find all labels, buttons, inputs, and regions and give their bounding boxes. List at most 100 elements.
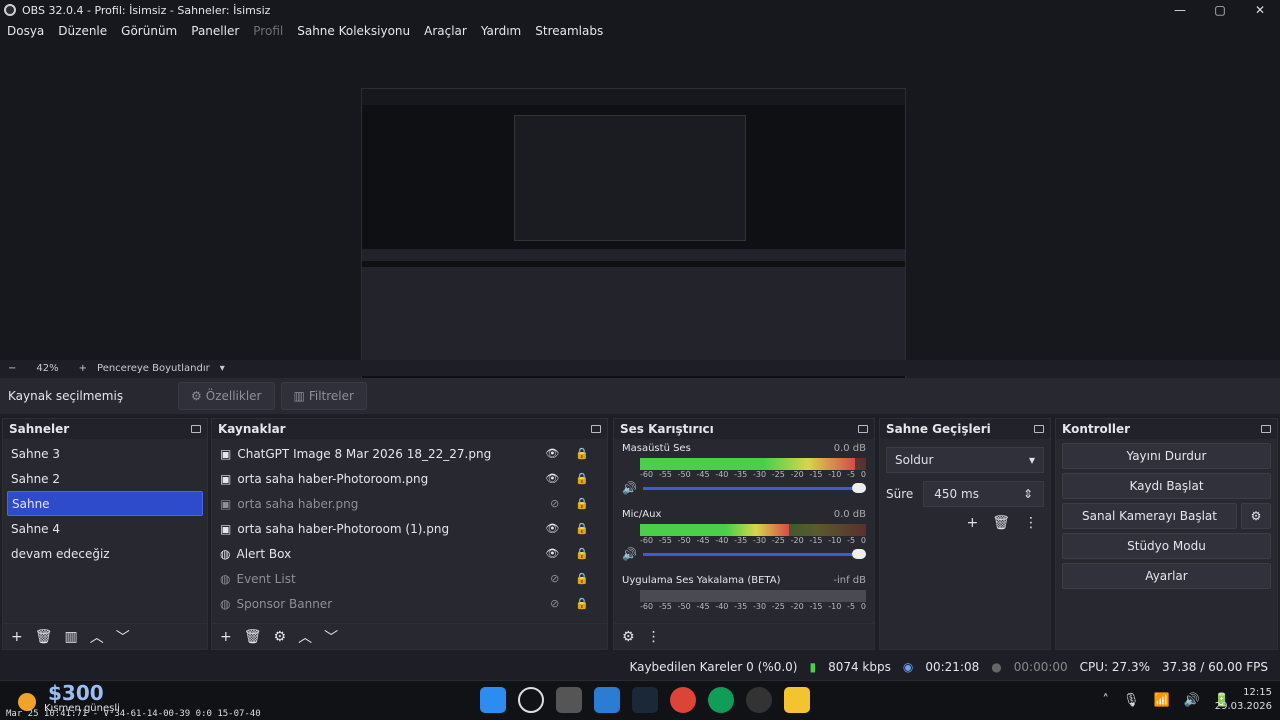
- transition-select[interactable]: Soldur ▾: [886, 447, 1044, 473]
- chevron-down-icon[interactable]: ﹀: [116, 627, 130, 647]
- menu-streamlabs[interactable]: Streamlabs: [528, 24, 610, 38]
- zoom-out-button[interactable]: −: [8, 363, 16, 374]
- source-item[interactable]: ▣ orta saha haber-Photoroom.png 👁 🔒: [212, 466, 607, 491]
- source-item[interactable]: ◍ Alert Box 👁 🔒: [212, 541, 607, 566]
- popout-icon[interactable]: [1261, 425, 1271, 433]
- volume-slider[interactable]: [642, 548, 866, 559]
- stepper-icon[interactable]: ⇕: [1023, 487, 1033, 501]
- trash-icon[interactable]: 🗑: [992, 515, 1010, 531]
- trash-icon[interactable]: 🗑: [244, 629, 262, 645]
- popout-icon[interactable]: [591, 425, 601, 433]
- stop-stream-button[interactable]: Yayını Durdur: [1062, 443, 1271, 469]
- chevron-down-icon[interactable]: ﹀: [324, 627, 338, 647]
- controls-title: Kontroller: [1062, 422, 1131, 436]
- gear-icon[interactable]: ⚙: [1241, 503, 1271, 529]
- menu-yardim[interactable]: Yardım: [474, 24, 528, 38]
- source-item[interactable]: ▣ ChatGPT Image 8 Mar 2026 18_22_27.png 👁 🔒: [212, 441, 607, 466]
- menu-duzenle[interactable]: Düzenle: [51, 24, 114, 38]
- lock-icon[interactable]: 🔒: [575, 547, 589, 560]
- lock-icon[interactable]: 🔒: [575, 497, 589, 510]
- zoom-in-button[interactable]: +: [79, 363, 87, 374]
- eye-hidden-icon[interactable]: ⊘: [550, 597, 559, 610]
- scene-item[interactable]: Sahne 2: [3, 466, 207, 491]
- windows-start-icon[interactable]: [480, 687, 506, 713]
- image-icon: ▣: [220, 446, 232, 461]
- gear-icon[interactable]: ⚙: [274, 629, 287, 645]
- lock-icon[interactable]: 🔒: [575, 522, 589, 535]
- chrome-profile-icon[interactable]: [708, 687, 734, 713]
- source-item[interactable]: ◍ Sponsor Banner ⊘ 🔒: [212, 591, 607, 616]
- eye-icon[interactable]: 👁: [545, 522, 559, 535]
- eye-hidden-icon[interactable]: ⊘: [550, 572, 559, 585]
- add-icon[interactable]: +: [11, 629, 23, 645]
- menu-araclar[interactable]: Araçlar: [417, 24, 474, 38]
- chevron-down-icon[interactable]: ▾: [220, 363, 225, 374]
- filters-button[interactable]: ▥ Filtreler: [280, 382, 367, 410]
- task-view-icon[interactable]: [556, 687, 582, 713]
- eye-icon[interactable]: 👁: [545, 472, 559, 485]
- steam-icon[interactable]: [632, 687, 658, 713]
- mic-icon[interactable]: 🎙: [1123, 693, 1140, 708]
- menu-bar: Dosya Düzenle Görünüm Paneller Profil Sa…: [0, 20, 1280, 42]
- duration-spinbox[interactable]: 450 ms ⇕: [923, 481, 1044, 507]
- eye-icon[interactable]: 👁: [545, 447, 559, 460]
- chevron-up-icon[interactable]: ︿: [298, 627, 312, 647]
- chevron-up-icon[interactable]: ︿: [90, 627, 104, 647]
- lock-icon[interactable]: 🔒: [575, 472, 589, 485]
- obs-icon[interactable]: [746, 687, 772, 713]
- popout-icon[interactable]: [858, 425, 868, 433]
- source-item[interactable]: ◍ Event List ⊘ 🔒: [212, 566, 607, 591]
- maximize-button[interactable]: ▢: [1200, 0, 1240, 20]
- menu-dosya[interactable]: Dosya: [0, 24, 51, 38]
- scene-item[interactable]: devam edeceğiz: [3, 541, 207, 566]
- start-virtual-camera-button[interactable]: Sanal Kamerayı Başlat: [1062, 503, 1237, 529]
- studio-mode-button[interactable]: Stüdyo Modu: [1062, 533, 1271, 559]
- menu-gorunum[interactable]: Görünüm: [114, 24, 184, 38]
- volume-slider[interactable]: [642, 482, 866, 493]
- store-icon[interactable]: [594, 687, 620, 713]
- volume-meter: [640, 458, 866, 470]
- filter-icon[interactable]: ▥: [65, 629, 78, 645]
- gear-icon[interactable]: ⚙: [622, 629, 635, 645]
- scene-item[interactable]: Sahne 3: [3, 441, 207, 466]
- source-item[interactable]: ▣ orta saha haber-Photoroom (1).png 👁 🔒: [212, 516, 607, 541]
- transition-value: Soldur: [895, 453, 934, 467]
- source-item[interactable]: ▣ orta saha haber.png ⊘ 🔒: [212, 491, 607, 516]
- chrome-icon[interactable]: [670, 687, 696, 713]
- clock-date: 29.03.2026: [1214, 701, 1272, 712]
- popout-icon[interactable]: [191, 425, 201, 433]
- volume-icon[interactable]: 🔊: [1184, 693, 1200, 708]
- start-recording-button[interactable]: Kaydı Başlat: [1062, 473, 1271, 499]
- scene-item[interactable]: Sahne 4: [3, 516, 207, 541]
- preview-canvas[interactable]: [0, 42, 1280, 398]
- speaker-icon[interactable]: 🔊: [622, 481, 637, 495]
- menu-paneller[interactable]: Paneller: [184, 24, 246, 38]
- chevron-up-icon[interactable]: ˄: [1102, 693, 1109, 708]
- scene-item-selected[interactable]: Sahne: [7, 491, 203, 516]
- app-icon[interactable]: [784, 687, 810, 713]
- settings-button[interactable]: Ayarlar: [1062, 563, 1271, 589]
- speaker-icon[interactable]: 🔊: [622, 547, 637, 561]
- search-icon[interactable]: [518, 687, 544, 713]
- trash-icon[interactable]: 🗑: [35, 629, 53, 645]
- minimize-button[interactable]: —: [1160, 0, 1200, 20]
- sources-title: Kaynaklar: [218, 422, 286, 436]
- lock-icon[interactable]: 🔒: [575, 572, 589, 585]
- properties-button[interactable]: ⚙ Özellikler: [178, 382, 275, 410]
- eye-hidden-icon[interactable]: ⊘: [550, 497, 559, 510]
- more-vertical-icon[interactable]: ⋮: [1024, 515, 1038, 531]
- close-button[interactable]: ✕: [1240, 0, 1280, 20]
- volume-meter: [640, 524, 866, 536]
- lock-icon[interactable]: 🔒: [575, 447, 589, 460]
- add-icon[interactable]: +: [966, 515, 978, 531]
- menu-sahne-koleksiyonu[interactable]: Sahne Koleksiyonu: [290, 24, 417, 38]
- clock[interactable]: 12:15 29.03.2026: [1215, 686, 1272, 714]
- more-vertical-icon[interactable]: ⋮: [647, 629, 661, 645]
- add-icon[interactable]: +: [220, 629, 232, 645]
- stream-icon: ◉: [902, 660, 914, 674]
- lock-icon[interactable]: 🔒: [575, 597, 589, 610]
- eye-icon[interactable]: 👁: [545, 547, 559, 560]
- menu-profil[interactable]: Profil: [246, 24, 290, 38]
- popout-icon[interactable]: [1034, 425, 1044, 433]
- wifi-icon[interactable]: 📶: [1153, 693, 1169, 708]
